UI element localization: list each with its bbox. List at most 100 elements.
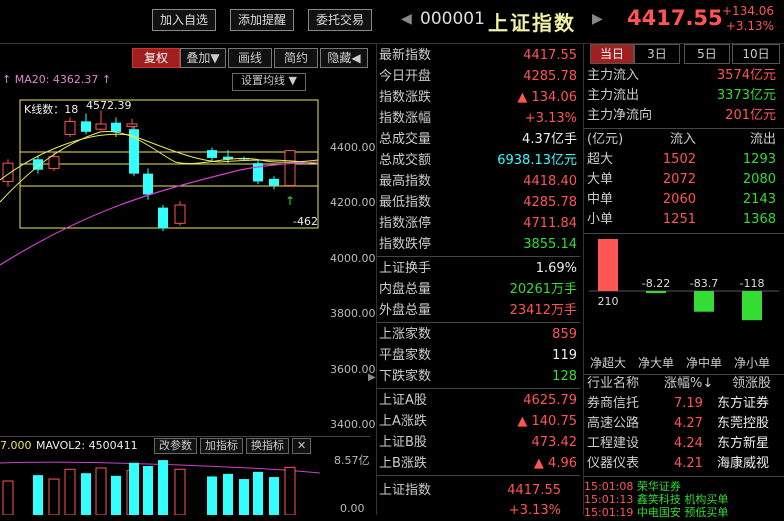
current-price: 4417.55 xyxy=(627,6,723,30)
candle-body xyxy=(126,123,138,128)
industry-head-pct[interactable]: 涨幅%↓ xyxy=(664,374,713,394)
volume-bar xyxy=(143,465,153,515)
volume-bar xyxy=(253,471,263,515)
volume-bar xyxy=(269,477,279,515)
industry-pct: 4.24 xyxy=(674,436,703,451)
stat-label: 上证换手 xyxy=(379,261,432,276)
index-stats-panel: 最新指数 4417.55 今日开盘 4285.78 指数涨跌 ▲ 134.06 指数涨幅 +3… xyxy=(376,44,580,518)
volume-bar xyxy=(95,467,107,515)
tab-3day[interactable]: 3日 xyxy=(634,44,680,64)
entrust-trade-button[interactable]: 委托交易 xyxy=(308,9,373,31)
stat-row: 指数跌停 3855.14 xyxy=(377,234,579,255)
tab-simple[interactable]: 简约 xyxy=(274,48,318,68)
tab-10day[interactable]: 10日 xyxy=(732,44,780,64)
volume-bar xyxy=(129,462,139,515)
expand-handle-icon[interactable]: ▶ xyxy=(368,372,376,386)
industry-lead[interactable]: 海康威视 xyxy=(717,454,769,474)
net-flow-category: 净中单 xyxy=(686,356,723,370)
industry-row[interactable]: 仪器仪表 4.21 海康威视 xyxy=(584,454,780,474)
switch-indicator-button[interactable]: 换指标 xyxy=(246,438,289,454)
industry-lead[interactable]: 东方证券 xyxy=(717,394,769,414)
industry-row[interactable]: 券商信托 7.19 东方证券 xyxy=(584,394,780,414)
next-stock-icon[interactable]: ▶ xyxy=(592,11,603,27)
tab-today[interactable]: 当日 xyxy=(590,44,634,64)
tab-draw-line[interactable]: 画线 xyxy=(228,48,272,68)
stat-value: 4417.55 xyxy=(523,48,577,63)
change-param-button[interactable]: 改参数 xyxy=(154,438,197,454)
tab-5day[interactable]: 5日 xyxy=(684,44,730,64)
volume-bar xyxy=(284,466,296,515)
volume-bar xyxy=(111,475,121,515)
candle-body xyxy=(64,120,76,135)
industry-pct: 4.27 xyxy=(674,416,703,431)
stat-row: 今日开盘 4285.78 xyxy=(377,66,579,87)
outflow-value: 3373亿元 xyxy=(716,88,776,103)
tab-restore-rights[interactable]: 复权 xyxy=(132,48,180,68)
industry-head-name[interactable]: 行业名称 xyxy=(587,374,639,394)
candle-body xyxy=(158,207,168,229)
stat-value: ▲ 4.96 xyxy=(533,456,577,471)
tab-overlay[interactable]: 叠加▼ xyxy=(180,48,226,68)
add-alert-button[interactable]: 添加提醒 xyxy=(230,9,295,31)
stat-row: 总成交额 6938.13亿元 xyxy=(377,150,579,171)
stat-row: 平盘家数 119 xyxy=(377,345,579,366)
stat-value: 3855.14 xyxy=(523,237,577,252)
stat-row: 内盘总量 20261万手 xyxy=(377,279,579,300)
close-icon[interactable]: ✕ xyxy=(292,438,312,454)
stat-value: 4418.40 xyxy=(523,174,577,189)
set-ma-button[interactable]: 设置均线 ▼ xyxy=(232,73,306,91)
flow-in: 1502 xyxy=(662,152,696,167)
net-flow-category: 净小单 xyxy=(734,356,771,370)
flow-type: 超大 xyxy=(587,152,614,167)
flow-row: 小单 1251 1368 xyxy=(584,210,780,230)
stat-label: 指数跌停 xyxy=(379,237,432,252)
vol-label-left: 7.000 xyxy=(0,439,32,452)
divider xyxy=(377,388,580,389)
add-favorite-button[interactable]: 加入自选 xyxy=(152,9,217,31)
divider xyxy=(377,322,580,323)
volume-bar xyxy=(2,480,14,515)
stat-label: 上B涨跌 xyxy=(379,456,427,471)
net-flow-bar xyxy=(646,291,666,294)
stat-label: 上证B股 xyxy=(379,435,427,450)
stat-row: 指数涨停 4711.84 xyxy=(377,213,579,234)
stat-row: 最低指数 4285.78 xyxy=(377,192,579,213)
volume-bar xyxy=(158,460,168,515)
stat-row: 上A涨跌 ▲ 140.75 xyxy=(377,411,579,432)
stat-label: 上涨家数 xyxy=(379,327,432,342)
stat-value: ▲ 134.06 xyxy=(517,90,577,105)
stat-value: 23412万手 xyxy=(509,303,577,318)
flow-in: 2072 xyxy=(662,172,696,187)
high-label: 4572.39 xyxy=(86,99,132,112)
stat-label: 上证指数 xyxy=(379,483,432,498)
industry-lead[interactable]: 东方新星 xyxy=(717,434,769,454)
stat-value: 4.37亿手 xyxy=(522,132,577,147)
stat-value: 473.42 xyxy=(531,435,578,450)
tab-hide[interactable]: 隐藏◀ xyxy=(320,48,368,68)
stat-value: 6938.13亿元 xyxy=(497,153,577,168)
divider xyxy=(584,476,784,477)
candle-body xyxy=(174,204,186,224)
industry-row[interactable]: 工程建设 4.24 东方新星 xyxy=(584,434,780,454)
capital-flow-panel: 当日 3日 5日 10日 主力流入 3574亿元 主力流出 3373亿元 主力净… xyxy=(583,44,784,519)
industry-lead[interactable]: 东莞控股 xyxy=(717,414,769,434)
add-indicator-button[interactable]: 加指标 xyxy=(200,438,243,454)
prev-stock-icon[interactable]: ◀ xyxy=(401,11,412,27)
top-bar: 加入自选 添加提醒 委托交易 ◀ 000001 上证指数 ▶ 4417.55 +… xyxy=(0,0,784,44)
stat-row: 最新指数 4417.55 xyxy=(377,45,579,66)
industry-row[interactable]: 高速公路 4.27 东莞控股 xyxy=(584,414,780,434)
candle-body xyxy=(269,178,279,186)
kline-chart[interactable]: K线数：18 4572.39 -462 ↑ xyxy=(0,90,320,435)
ticker-row[interactable]: 15:01:19 中电国安 预低买单 xyxy=(584,505,784,520)
industry-head-lead[interactable]: 领涨股 xyxy=(732,374,771,394)
price-change: +134.06 +3.13% xyxy=(722,4,774,34)
low-label: -462 xyxy=(293,215,318,228)
candle-body xyxy=(48,156,60,169)
stat-label: 总成交量 xyxy=(379,132,432,147)
stat-label: 指数涨幅 xyxy=(379,111,432,126)
stat-label: 外盘总量 xyxy=(379,303,432,318)
net-flow-bar-chart: 210 -8.22 -83.7 -118 xyxy=(589,239,779,321)
net-flow-category: 净超大 xyxy=(590,356,627,370)
candle-body xyxy=(207,150,217,158)
divider xyxy=(584,233,784,234)
